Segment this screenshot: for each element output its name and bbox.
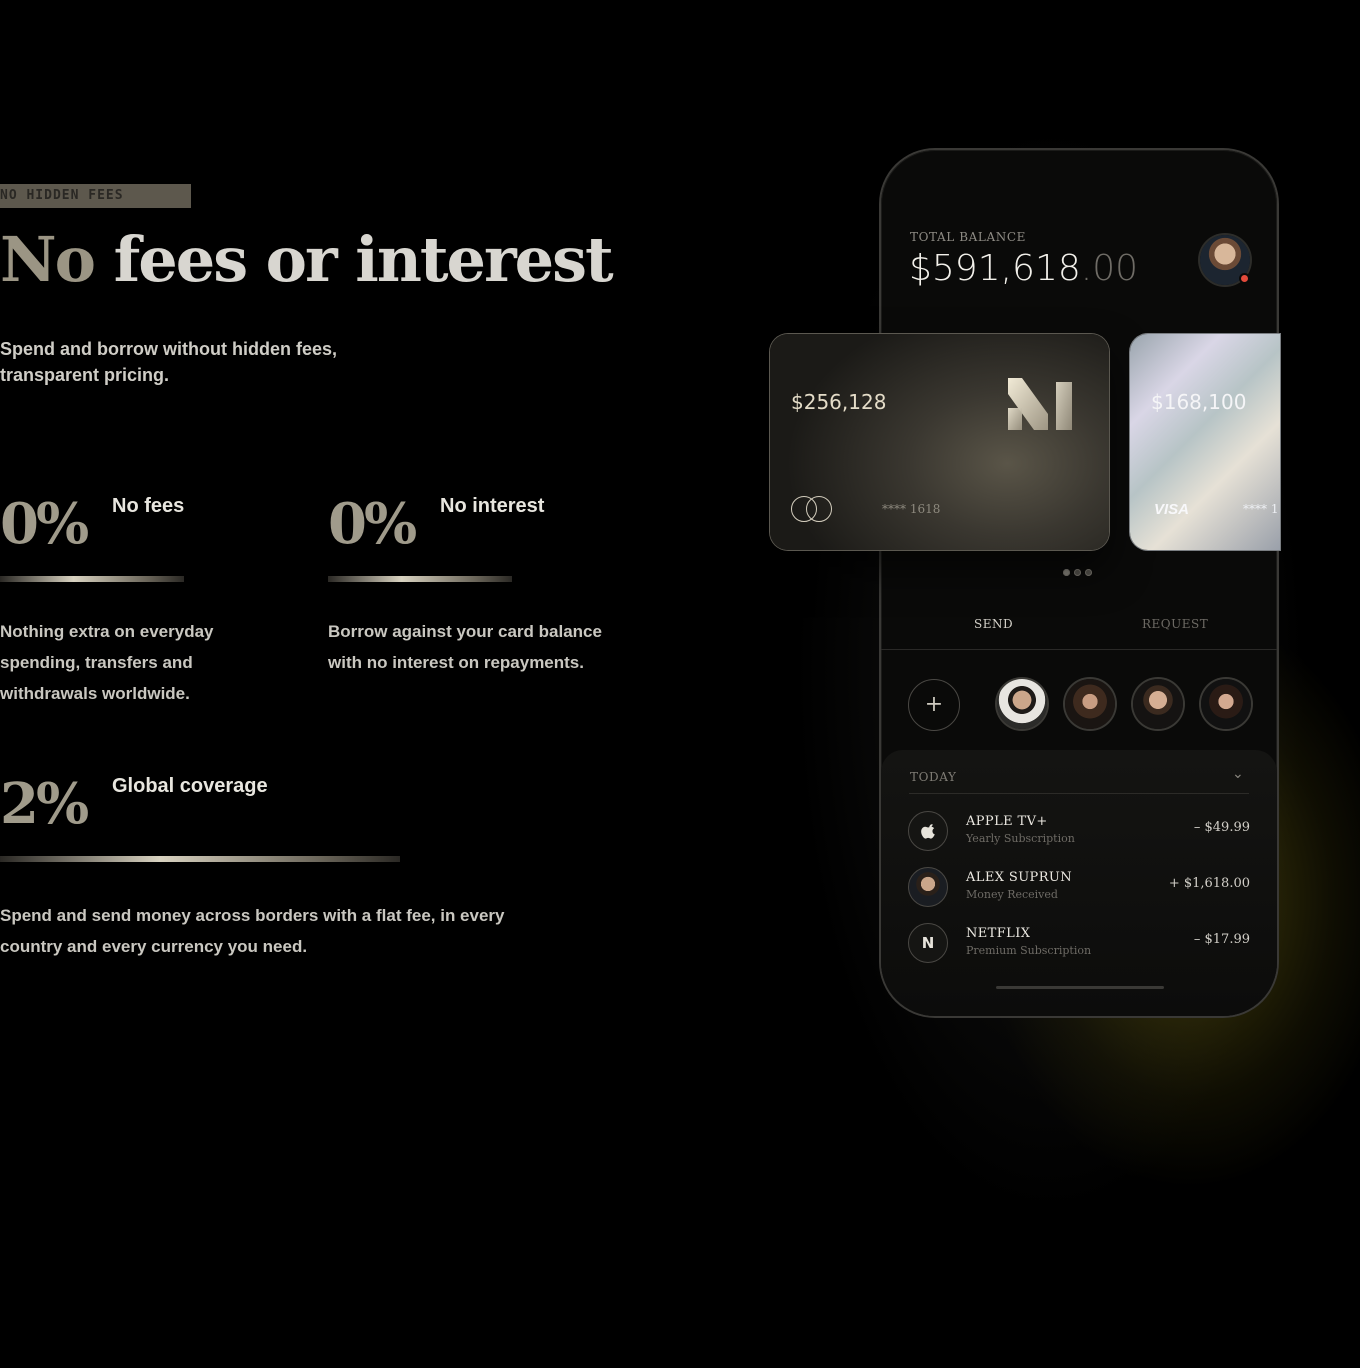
total-balance-label: TOTAL BALANCE bbox=[910, 230, 1026, 244]
transaction-row[interactable]: N NETFLIX Premium Subscription – $17.99 bbox=[908, 923, 1250, 963]
notification-dot bbox=[1241, 275, 1248, 282]
transaction-amount: + $1,618.00 bbox=[1168, 876, 1250, 891]
stat-value: 2% bbox=[0, 771, 89, 837]
add-contact-button[interactable]: + bbox=[908, 679, 960, 731]
transaction-amount: – $49.99 bbox=[1193, 820, 1250, 835]
stat-caption: No interest bbox=[440, 495, 545, 517]
stat-description: Borrow against your card balance with no… bbox=[328, 622, 602, 672]
carousel-dot[interactable] bbox=[1085, 569, 1092, 576]
transaction-row[interactable]: ALEX SUPRUN Money Received + $1,618.00 bbox=[908, 867, 1250, 907]
visa-logo: VISA bbox=[1154, 501, 1190, 518]
transaction-name: APPLE TV+ bbox=[966, 814, 1048, 829]
lead-paragraph: Spend and borrow without hidden fees, tr… bbox=[0, 339, 337, 385]
apple-icon bbox=[908, 811, 948, 851]
transaction-subtitle: Money Received bbox=[966, 888, 1058, 901]
contact-avatar[interactable] bbox=[1065, 679, 1115, 729]
total-balance-value: $591,618.00 bbox=[909, 248, 1138, 289]
home-indicator bbox=[996, 986, 1164, 989]
stat-divider bbox=[0, 856, 400, 862]
stat-value: 0% bbox=[328, 491, 417, 557]
page-headline: No fees or interest bbox=[0, 222, 614, 298]
carousel-dot[interactable] bbox=[1063, 569, 1070, 576]
section-divider bbox=[909, 793, 1249, 794]
profile-avatar[interactable] bbox=[1200, 235, 1250, 285]
transaction-name: ALEX SUPRUN bbox=[966, 870, 1073, 885]
payment-card[interactable]: $168,100 VISA **** 1 bbox=[1130, 334, 1280, 550]
transactions-panel: TODAY ⌄ APPLE TV+ Yearly Subscription – … bbox=[881, 750, 1277, 1016]
card-number: **** 1618 bbox=[882, 502, 941, 516]
contact-avatar bbox=[908, 867, 948, 907]
payment-card[interactable]: $256,128 **** 1618 bbox=[770, 334, 1109, 550]
netflix-icon: N bbox=[908, 923, 948, 963]
mastercard-ring bbox=[806, 496, 832, 522]
mastercard-icon bbox=[791, 496, 832, 522]
transaction-subtitle: Premium Subscription bbox=[966, 944, 1092, 957]
contact-avatar[interactable] bbox=[1201, 679, 1251, 729]
headline-rest: fees or interest bbox=[113, 223, 614, 296]
stat-divider bbox=[328, 576, 512, 582]
balance-cents: .00 bbox=[1080, 248, 1139, 289]
transaction-amount: – $17.99 bbox=[1193, 932, 1250, 947]
tab-request[interactable]: REQUEST bbox=[1142, 617, 1208, 631]
stat-divider bbox=[0, 576, 184, 582]
brand-logo-icon bbox=[1008, 378, 1072, 430]
tab-divider bbox=[881, 649, 1277, 650]
transaction-subtitle: Yearly Subscription bbox=[966, 832, 1075, 845]
contact-avatar[interactable] bbox=[997, 679, 1047, 729]
headline-accent: No bbox=[0, 223, 96, 296]
card-number: **** 1 bbox=[1243, 502, 1279, 516]
card-balance: $256,128 bbox=[791, 390, 887, 414]
stat-value: 0% bbox=[0, 491, 89, 557]
apple-icon bbox=[921, 824, 935, 839]
stat-caption: Global coverage bbox=[112, 775, 268, 797]
section-eyebrow: NO HIDDEN FEES bbox=[0, 184, 191, 208]
stat-description: Nothing extra on everyday spending, tran… bbox=[0, 622, 214, 703]
contact-avatar[interactable] bbox=[1133, 679, 1183, 729]
carousel-dot[interactable] bbox=[1074, 569, 1081, 576]
stat-description: Spend and send money across borders with… bbox=[0, 906, 505, 956]
transaction-row[interactable]: APPLE TV+ Yearly Subscription – $49.99 bbox=[908, 811, 1250, 851]
transaction-name: NETFLIX bbox=[966, 926, 1031, 941]
stat-caption: No fees bbox=[112, 495, 185, 517]
today-label: TODAY bbox=[910, 770, 957, 784]
phone-frame: TOTAL BALANCE $591,618.00 SEND REQUEST +… bbox=[881, 150, 1277, 1016]
chevron-down-icon[interactable]: ⌄ bbox=[1232, 766, 1244, 782]
card-balance: $168,100 bbox=[1151, 390, 1247, 414]
balance-whole: $591,618 bbox=[909, 248, 1081, 289]
card-carousel-indicator bbox=[1063, 569, 1092, 576]
tab-send[interactable]: SEND bbox=[974, 617, 1013, 631]
